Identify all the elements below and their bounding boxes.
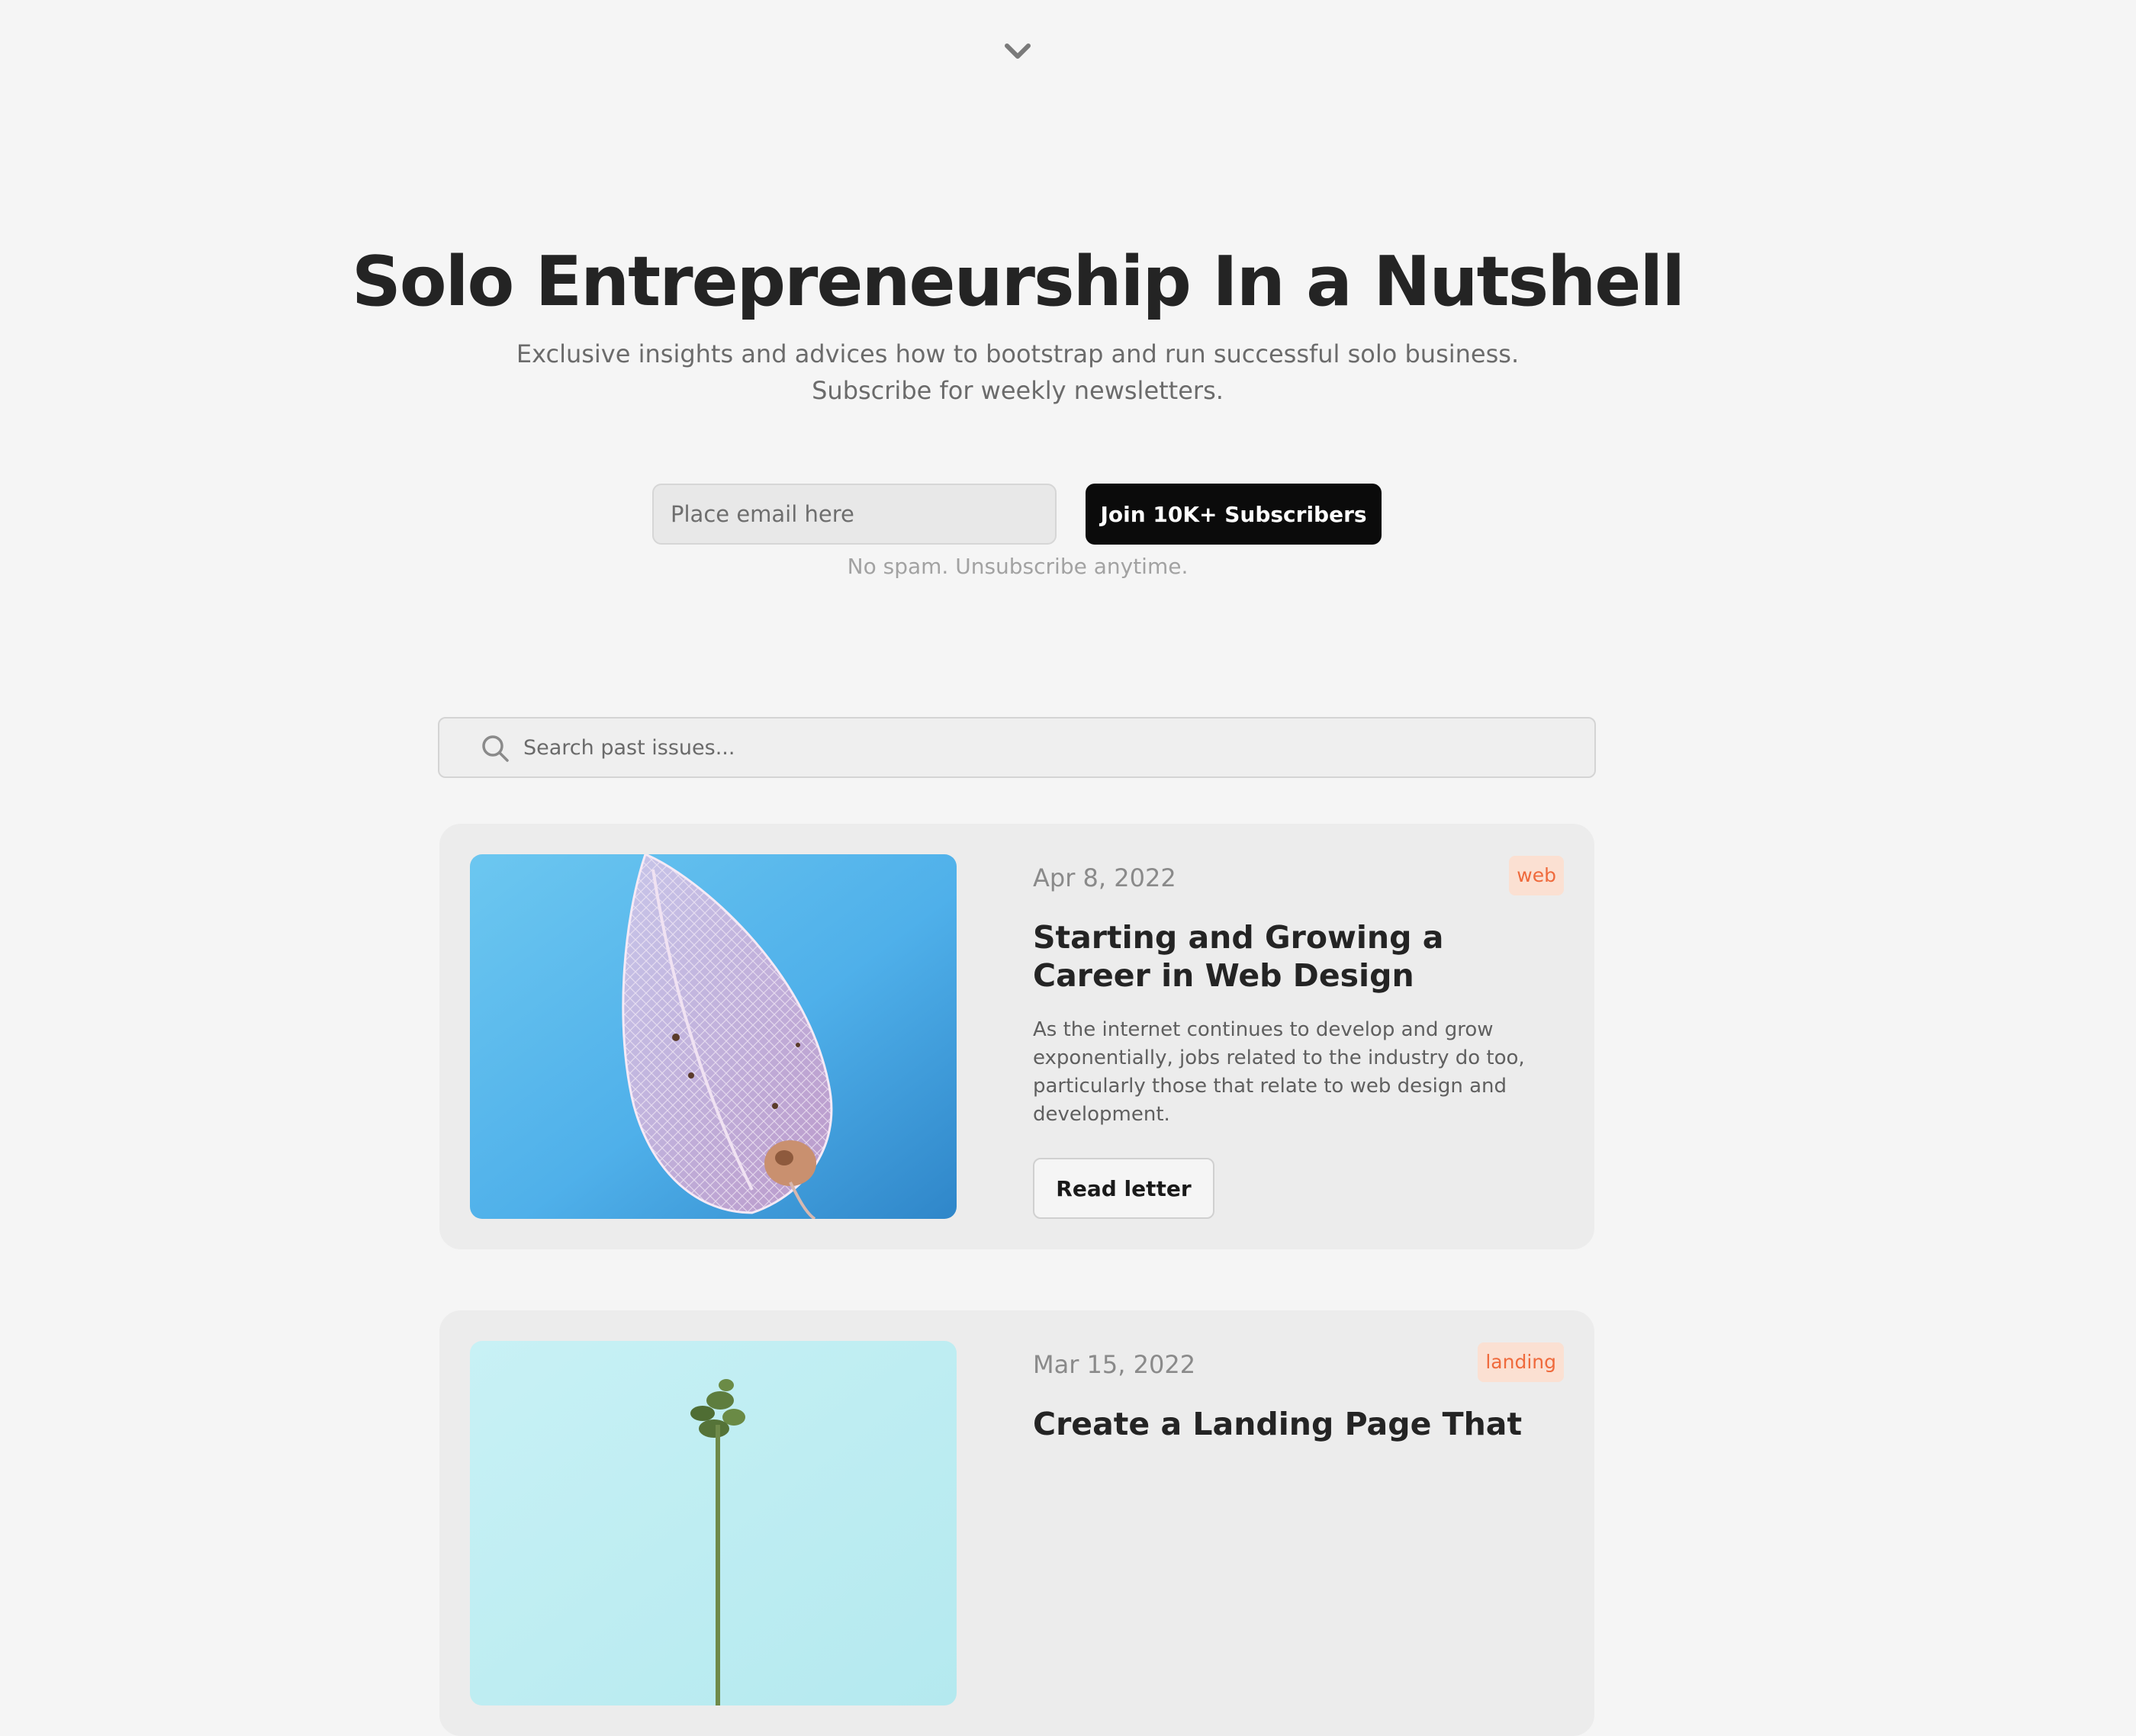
post-title[interactable]: Create a Landing Page That (1033, 1405, 1567, 1443)
email-field[interactable] (652, 484, 1057, 545)
page-subtitle: Exclusive insights and advices how to bo… (0, 336, 2035, 409)
read-letter-button[interactable]: Read letter (1033, 1158, 1214, 1219)
post-date: Mar 15, 2022 (1033, 1350, 1196, 1379)
search-input[interactable] (523, 719, 1576, 776)
post-title[interactable]: Starting and Growing a Career in Web Des… (1033, 918, 1567, 995)
no-spam-note: No spam. Unsubscribe anytime. (847, 554, 1189, 579)
chevron-down-icon[interactable] (1002, 40, 1033, 63)
search-icon (482, 735, 509, 762)
post-card: Mar 15, 2022 landing Create a Landing Pa… (439, 1310, 1594, 1736)
post-image[interactable] (470, 1341, 957, 1705)
page-title: Solo Entrepreneurship In a Nutshell (351, 242, 1685, 322)
post-tag[interactable]: web (1509, 856, 1564, 895)
subtitle-line-2: Subscribe for weekly newsletters. (812, 376, 1224, 405)
post-card: Apr 8, 2022 web Starting and Growing a C… (439, 824, 1594, 1249)
post-excerpt: As the internet continues to develop and… (1033, 1018, 1525, 1126)
post-tag[interactable]: landing (1478, 1342, 1564, 1382)
subscribe-button[interactable]: Join 10K+ Subscribers (1086, 484, 1382, 545)
post-date: Apr 8, 2022 (1033, 863, 1176, 892)
subtitle-line-1: Exclusive insights and advices how to bo… (516, 339, 1520, 368)
search-bar[interactable] (438, 717, 1596, 778)
post-image[interactable] (470, 854, 957, 1219)
